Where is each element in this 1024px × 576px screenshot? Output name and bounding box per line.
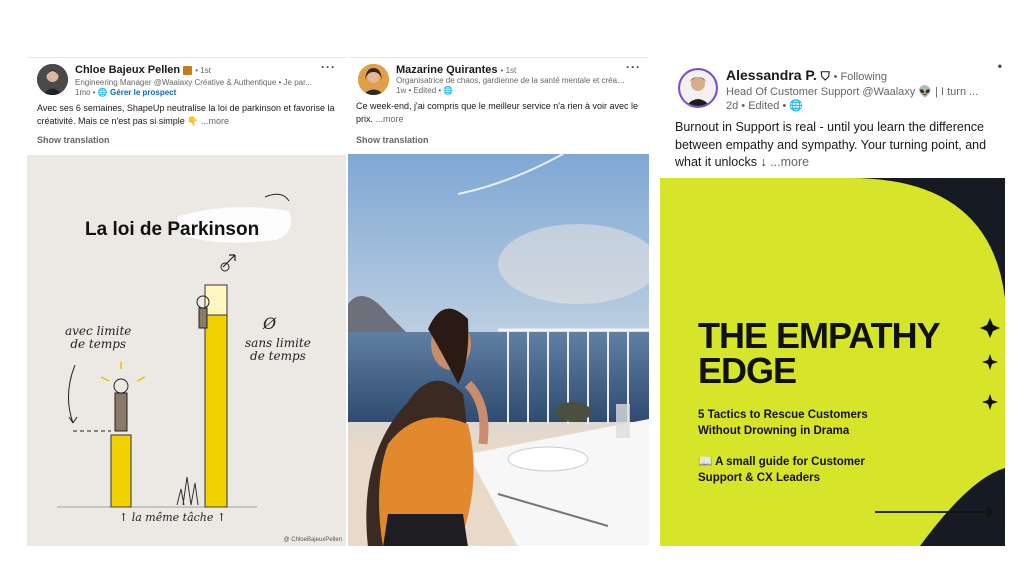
more-options-icon[interactable]: ··· — [321, 60, 336, 74]
post-image-empathy-edge[interactable]: THE EMPATHY EDGE 5 Tactics to Rescue Cus… — [660, 178, 1005, 546]
right-label: sans limite de temps — [245, 336, 311, 364]
avatar[interactable] — [678, 68, 718, 108]
post-text: Burnout in Support is real - until you l… — [675, 120, 987, 169]
image-title: La loi de Parkinson — [85, 219, 260, 240]
see-more-link[interactable]: ...more — [201, 116, 229, 126]
post-card-alessandra: Alessandra P. ⛉ • Following Head Of Cust… — [660, 57, 1005, 546]
avatar[interactable] — [358, 64, 389, 95]
post-card-mazarine: Mazarine Quirantes • 1st Organisatrice d… — [348, 57, 649, 546]
manage-prospect-link[interactable]: Gérer le prospect — [110, 88, 176, 97]
linkedin-premium-icon — [183, 65, 193, 75]
more-options-icon[interactable]: ··· — [626, 60, 641, 74]
show-translation-button[interactable]: Show translation — [356, 135, 429, 145]
author-name[interactable]: Mazarine Quirantes • 1st — [396, 64, 516, 76]
author-headline: Engineering Manager @Waalaxy Créative & … — [75, 78, 312, 87]
right-symbol: Ø — [263, 314, 277, 333]
post-meta: 1w • Edited • 🌐 — [396, 86, 454, 95]
see-more-link[interactable]: ...more — [770, 155, 809, 169]
left-label: avec limite de temps — [65, 324, 132, 352]
author-name[interactable]: Chloe Bajeux Pellen • 1st — [75, 64, 211, 76]
globe-icon: 🌐 — [97, 88, 108, 97]
author-name[interactable]: Alessandra P. ⛉ • Following — [726, 67, 887, 84]
show-translation-button[interactable]: Show translation — [37, 135, 110, 145]
image-credit: @ ChloeBajeuxPellen — [283, 537, 342, 543]
author-headline: Head Of Customer Support @Waalaxy 👽 | I … — [726, 86, 979, 98]
image-guide-text: 📖 A small guide for Customer Support & C… — [698, 456, 865, 485]
verified-shield-icon: ⛉ — [820, 69, 830, 83]
post-meta: 2d • Edited • 🌐 — [726, 100, 804, 112]
see-more-link[interactable]: ...more — [376, 114, 404, 124]
avatar[interactable] — [37, 64, 68, 95]
connection-degree: • 1st — [500, 66, 517, 75]
image-title: THE EMPATHY EDGE — [698, 315, 941, 392]
post-meta: 1mo • 🌐 Gérer le prospect — [75, 88, 177, 97]
more-options-icon[interactable]: • — [998, 59, 1003, 73]
post-image-parkinson[interactable]: La loi de Parkinson avec limite de temps… — [27, 155, 346, 546]
globe-icon: 🌐 — [443, 86, 454, 95]
post-image-seaside-photo[interactable] — [348, 154, 649, 546]
author-headline: Organisatrice de chaos, gardienne de la … — [396, 76, 626, 85]
globe-icon: 🌐 — [789, 100, 804, 112]
image-subtitle: 5 Tactics to Rescue Customers Without Dr… — [698, 409, 868, 438]
bottom-label: ↑ la même tâche ↑ — [119, 511, 227, 524]
post-text: Avec ses 6 semaines, ShapeUp neutralise … — [37, 103, 335, 127]
following-status: • Following — [833, 71, 887, 83]
connection-degree: • 1st — [195, 66, 211, 75]
post-card-chloe: Chloe Bajeux Pellen • 1st Engineering Ma… — [27, 57, 346, 546]
post-text: Ce week-end, j'ai compris que le meilleu… — [356, 101, 639, 125]
